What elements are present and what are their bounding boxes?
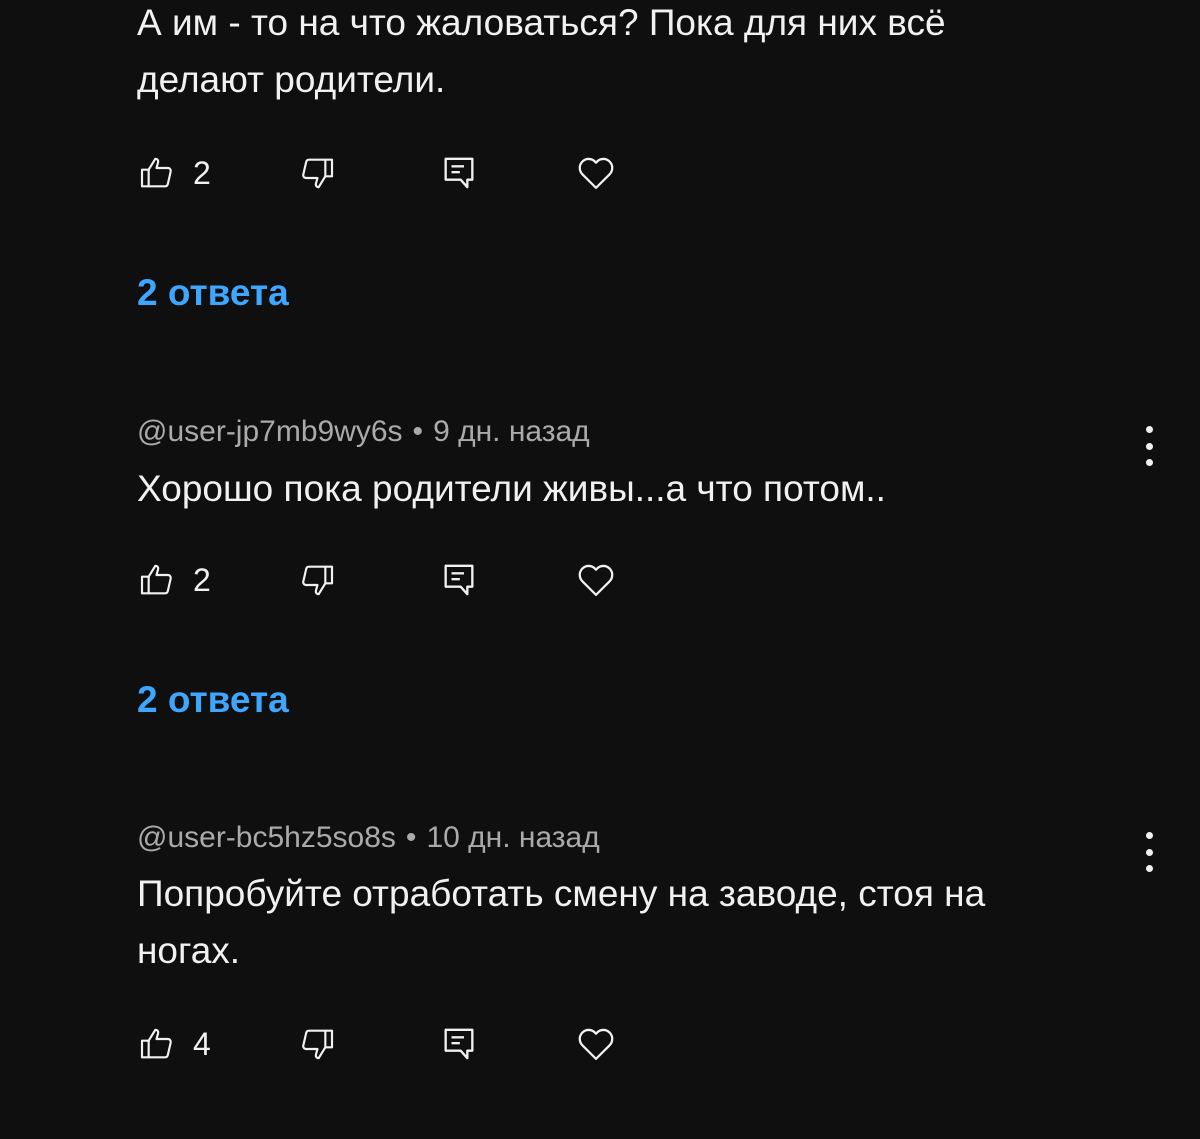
heart-icon (575, 559, 617, 601)
comment-text: Попробуйте отработать смену на заводе, с… (137, 873, 986, 971)
comment-actions: 2 (137, 555, 637, 605)
like-button[interactable]: 4 (137, 1019, 211, 1069)
heart-button[interactable] (575, 555, 617, 605)
comment-actions: 2 (137, 148, 637, 198)
reply-comment-icon (439, 153, 479, 193)
more-options-button[interactable] (1134, 832, 1164, 872)
meta-separator: • (412, 415, 424, 448)
thumbs-up-icon (137, 153, 177, 193)
reply-button[interactable] (439, 1019, 479, 1069)
like-button[interactable]: 2 (137, 148, 211, 198)
dislike-button[interactable] (297, 148, 337, 198)
comment-time: 10 дн. назад (426, 821, 600, 854)
thumbs-up-icon (137, 560, 177, 600)
more-options-button[interactable] (1134, 426, 1164, 466)
heart-button[interactable] (575, 148, 617, 198)
like-count: 2 (193, 154, 211, 191)
heart-icon (575, 1023, 617, 1065)
replies-link[interactable]: 2 ответа (137, 675, 289, 725)
reply-comment-icon (439, 1024, 479, 1064)
reply-button[interactable] (439, 148, 479, 198)
reply-comment-icon (439, 560, 479, 600)
comment-meta: @user-jp7mb9wy6s • 9 дн. назад (137, 412, 590, 452)
like-count: 2 (193, 561, 211, 598)
thumbs-down-icon (297, 1024, 337, 1064)
heart-button[interactable] (575, 1019, 617, 1069)
reply-button[interactable] (439, 555, 479, 605)
thumbs-up-icon (137, 1024, 177, 1064)
like-button[interactable]: 2 (137, 555, 211, 605)
dislike-button[interactable] (297, 555, 337, 605)
author-name[interactable]: @user-bc5hz5so8s (137, 821, 396, 854)
comment-time: 9 дн. назад (433, 415, 590, 448)
author-name[interactable]: @user-jp7mb9wy6s (137, 415, 403, 448)
comment-meta: @user-bc5hz5so8s • 10 дн. назад (137, 818, 600, 858)
replies-link[interactable]: 2 ответа (137, 268, 289, 318)
comment-text: А им - то на что жаловаться? Пока для ни… (137, 2, 946, 100)
dislike-button[interactable] (297, 1019, 337, 1069)
thumbs-down-icon (297, 153, 337, 193)
comment-actions: 4 (137, 1019, 637, 1069)
like-count: 4 (193, 1025, 211, 1062)
meta-separator: • (405, 821, 417, 854)
heart-icon (575, 152, 617, 194)
thumbs-down-icon (297, 560, 337, 600)
comment-text: Хорошо пока родители живы...а что потом.… (137, 468, 886, 509)
